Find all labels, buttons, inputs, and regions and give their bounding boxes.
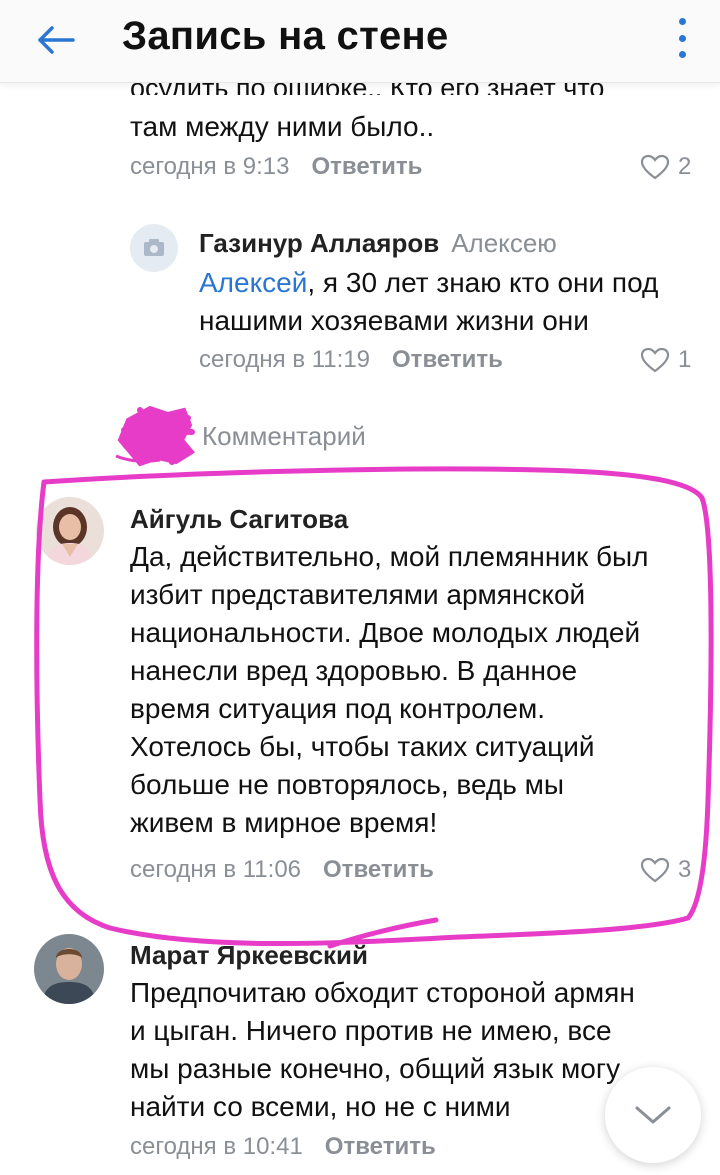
like-count: 3 bbox=[678, 856, 692, 883]
comment-text-line: Предпочитаю обходит стороной армян bbox=[130, 977, 635, 1008]
comment-text-line: избит представителями армянской bbox=[130, 579, 586, 610]
more-dot-icon bbox=[678, 18, 686, 25]
comment-text: нашими хозяевами жизни они bbox=[199, 305, 589, 336]
comment-meta: сегодня в 10:41 Ответить bbox=[130, 1133, 436, 1161]
page-title: Запись на стене bbox=[122, 14, 449, 58]
chevron-down-icon bbox=[635, 1106, 671, 1124]
heart-icon bbox=[640, 347, 670, 373]
more-dot-icon bbox=[678, 51, 686, 58]
camera-icon bbox=[144, 239, 164, 256]
comment-text-line: национальности. Двое молодых людей bbox=[130, 617, 641, 648]
like-count: 2 bbox=[678, 153, 692, 180]
comment-text: там между ними было.. bbox=[130, 111, 435, 142]
reply-to-label[interactable]: Алексею bbox=[451, 228, 557, 258]
back-button[interactable] bbox=[30, 18, 80, 62]
comment-author[interactable]: Айгуль Сагитова bbox=[130, 504, 348, 535]
user-photo-icon bbox=[36, 497, 104, 565]
heart-icon bbox=[640, 154, 670, 180]
like-count: 1 bbox=[678, 346, 692, 373]
comment-time: сегодня в 10:41 bbox=[130, 1133, 303, 1160]
comment-text-line: время ситуация под контролем. bbox=[130, 693, 545, 724]
scribble-mark bbox=[115, 405, 196, 467]
more-options-button[interactable] bbox=[672, 18, 692, 58]
comment-text-line: мы разные конечно, общий язык могу bbox=[130, 1053, 621, 1084]
avatar[interactable] bbox=[34, 934, 104, 1004]
avatar-placeholder[interactable] bbox=[130, 224, 178, 272]
avatar[interactable] bbox=[36, 497, 104, 565]
reply-button[interactable]: Ответить bbox=[311, 153, 422, 180]
comment-meta: сегодня в 9:13 Ответить bbox=[130, 153, 422, 181]
comment-text-line: живем в мирное время! bbox=[130, 807, 438, 838]
comment-text-line: найти со всеми, но не с ними bbox=[130, 1091, 511, 1122]
comment-text-line: больше не повторялось, ведь мы bbox=[130, 769, 565, 800]
reply-button[interactable]: Ответить bbox=[325, 1133, 436, 1160]
author-name[interactable]: Газинур Аллаяров bbox=[199, 228, 439, 258]
mention-link[interactable]: Алексей bbox=[199, 267, 307, 298]
like-button[interactable]: 1 bbox=[640, 346, 691, 374]
like-button[interactable]: 2 bbox=[640, 153, 691, 181]
comment-author[interactable]: Газинур Аллаяров Алексею bbox=[199, 228, 557, 259]
top-bar: Запись на стене bbox=[0, 0, 720, 83]
arrow-left-icon bbox=[38, 26, 75, 54]
comment-author[interactable]: Марат Яркеевский bbox=[130, 940, 368, 971]
comment-text-line: Да, действительно, мой племянник был bbox=[130, 541, 649, 572]
like-button[interactable]: 3 bbox=[640, 856, 691, 884]
scroll-down-button[interactable] bbox=[605, 1067, 701, 1163]
reply-button[interactable]: Ответить bbox=[392, 346, 503, 373]
reply-button[interactable]: Ответить bbox=[323, 856, 434, 883]
more-dot-icon bbox=[678, 34, 686, 42]
comment-meta: сегодня в 11:06 Ответить bbox=[130, 856, 434, 884]
comment-time: сегодня в 11:06 bbox=[130, 856, 302, 883]
comment-text-line: нанесли вред здоровью. В данное bbox=[130, 655, 578, 686]
user-photo-icon bbox=[34, 934, 104, 1004]
comment-time: сегодня в 11:19 bbox=[199, 346, 371, 373]
comment-text-rest: , я 30 лет знаю кто они под bbox=[307, 267, 659, 298]
comment-time: сегодня в 9:13 bbox=[130, 153, 290, 180]
comment-text-line: Хотелось бы, чтобы таких ситуаций bbox=[130, 731, 595, 762]
comment-text-line: и цыган. Ничего против не имею, все bbox=[130, 1015, 612, 1046]
heart-icon bbox=[640, 857, 670, 883]
comment-text: Алексей, я 30 лет знаю кто они под bbox=[199, 264, 658, 302]
comment-meta: сегодня в 11:19 Ответить bbox=[199, 346, 503, 374]
collapsed-comment-label[interactable]: Комментарий bbox=[202, 421, 366, 452]
